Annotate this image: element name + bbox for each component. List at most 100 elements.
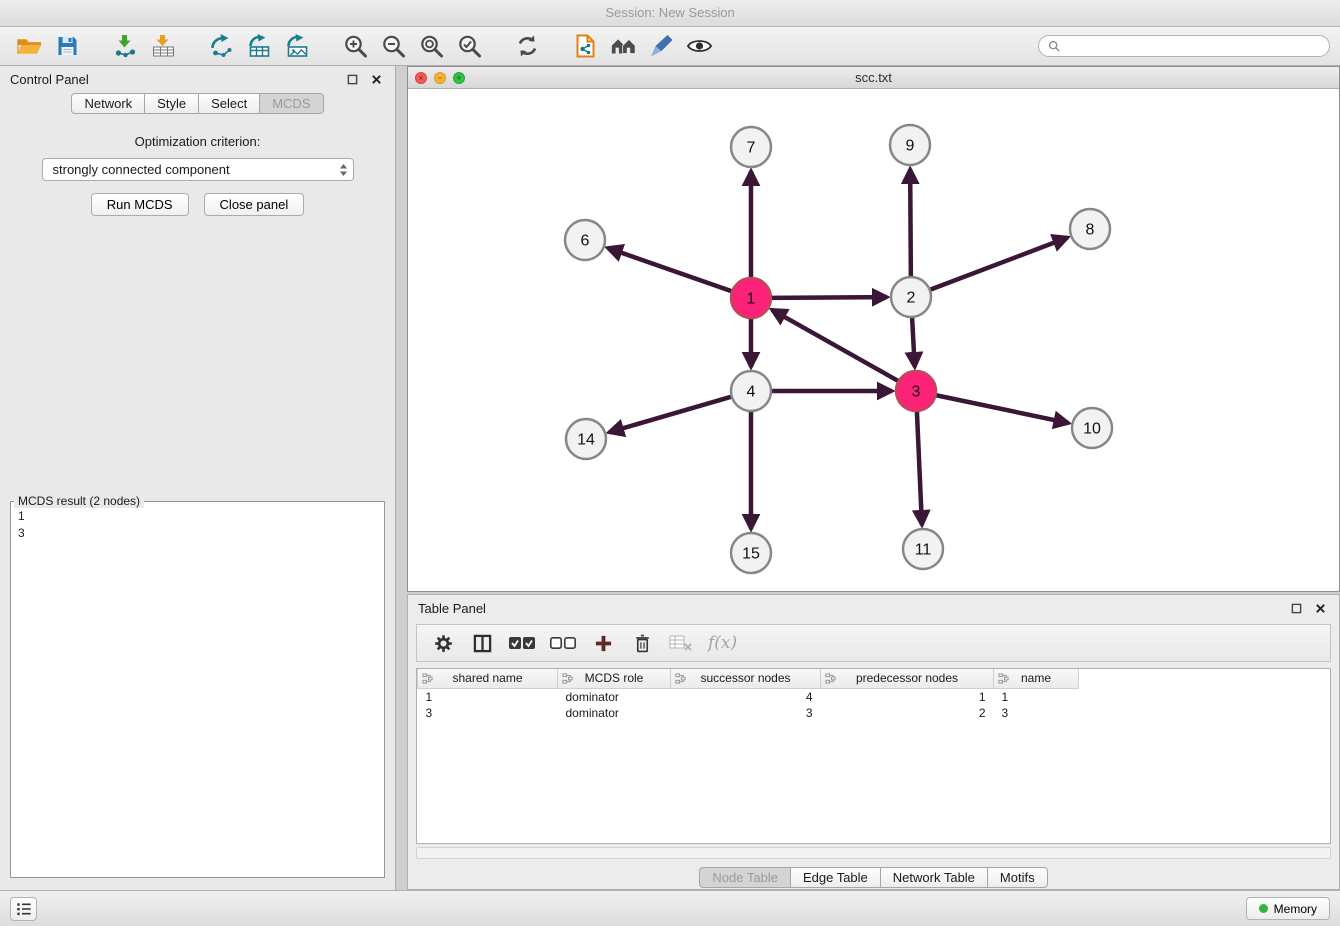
svg-text:7: 7 <box>747 140 756 157</box>
delete-table-button[interactable] <box>669 630 693 656</box>
node-15[interactable]: 15 <box>731 533 771 573</box>
document-network-icon <box>573 34 598 58</box>
export-network-button[interactable] <box>202 30 240 63</box>
zoom-out-button[interactable] <box>374 30 412 63</box>
edge-3-10[interactable] <box>936 395 1069 423</box>
delete-column-button[interactable] <box>630 630 654 656</box>
zoom-in-icon <box>343 34 368 58</box>
show-columns-button[interactable] <box>470 630 494 656</box>
svg-text:6: 6 <box>581 233 590 250</box>
edge-1-6[interactable] <box>608 248 732 291</box>
home-button[interactable] <box>604 30 642 63</box>
column-header-successor-nodes[interactable]: successor nodes <box>671 669 821 688</box>
import-network-button[interactable] <box>106 30 144 63</box>
table-row[interactable]: 1dominator411 <box>418 688 1079 705</box>
node-14[interactable]: 14 <box>566 419 606 459</box>
first-neighbors-button[interactable] <box>566 30 604 63</box>
export-network-icon <box>209 34 234 58</box>
tab-motifs[interactable]: Motifs <box>988 867 1048 888</box>
close-window-icon[interactable]: × <box>415 72 427 84</box>
panel-menu-button[interactable] <box>10 897 37 921</box>
sort-icon <box>422 673 433 684</box>
run-mcds-button[interactable]: Run MCDS <box>91 193 189 216</box>
minimize-window-icon[interactable]: − <box>434 72 446 84</box>
criterion-dropdown-value: strongly connected component <box>53 162 339 177</box>
optimization-criterion-label: Optimization criterion: <box>0 134 395 149</box>
criterion-dropdown[interactable]: strongly connected component <box>42 158 354 181</box>
column-header-shared-name[interactable]: shared name <box>418 669 558 688</box>
svg-text:8: 8 <box>1086 222 1095 239</box>
edge-2-9[interactable] <box>910 169 911 277</box>
column-header-MCDS-role[interactable]: MCDS role <box>558 669 671 688</box>
edge-2-3[interactable] <box>912 317 915 367</box>
node-6[interactable]: 6 <box>565 220 605 260</box>
tab-mcds[interactable]: MCDS <box>260 93 323 114</box>
fit-content-button[interactable] <box>412 30 450 63</box>
annotations-button[interactable] <box>642 30 680 63</box>
zoom-in-button[interactable] <box>336 30 374 63</box>
create-column-button[interactable] <box>591 630 615 656</box>
table-row[interactable]: 3dominator323 <box>418 705 1079 721</box>
tab-network-table[interactable]: Network Table <box>881 867 988 888</box>
float-table-panel-button[interactable] <box>1287 601 1305 617</box>
edge-4-14[interactable] <box>609 397 732 433</box>
node-10[interactable]: 10 <box>1072 408 1112 448</box>
save-session-button[interactable] <box>48 30 86 63</box>
edge-2-8[interactable] <box>930 238 1068 290</box>
svg-text:10: 10 <box>1083 421 1101 438</box>
apply-layout-button[interactable] <box>508 30 546 63</box>
node-1[interactable]: 1 <box>731 278 771 318</box>
float-window-icon <box>347 74 358 85</box>
tab-select[interactable]: Select <box>199 93 260 114</box>
zoom-out-icon <box>381 34 406 58</box>
export-image-button[interactable] <box>278 30 316 63</box>
edge-3-11[interactable] <box>917 411 922 525</box>
search-box[interactable] <box>1038 35 1330 57</box>
select-all-columns-button[interactable] <box>509 630 535 656</box>
search-input[interactable] <box>1065 39 1320 54</box>
node-9[interactable]: 9 <box>890 125 930 165</box>
tab-style[interactable]: Style <box>145 93 199 114</box>
svg-text:11: 11 <box>915 542 932 559</box>
table-cell: 3 <box>994 705 1079 721</box>
network-window-titlebar[interactable]: × − + scc.txt <box>408 67 1339 89</box>
node-2[interactable]: 2 <box>891 277 931 317</box>
import-table-button[interactable] <box>144 30 182 63</box>
zoom-selected-button[interactable] <box>450 30 488 63</box>
export-table-button[interactable] <box>240 30 278 63</box>
columns-icon <box>473 634 492 653</box>
toolbar-separator <box>182 46 202 47</box>
fx-icon: f(x) <box>708 633 737 653</box>
node-8[interactable]: 8 <box>1070 209 1110 249</box>
svg-text:15: 15 <box>742 546 760 563</box>
show-details-button[interactable] <box>680 30 718 63</box>
unselect-all-columns-button[interactable] <box>550 630 576 656</box>
node-7[interactable]: 7 <box>731 127 771 167</box>
control-panel-close-button[interactable] <box>367 72 385 88</box>
tab-node-table[interactable]: Node Table <box>699 867 791 888</box>
node-3[interactable]: 3 <box>896 371 936 411</box>
edge-1-2[interactable] <box>771 297 887 298</box>
dropdown-stepper-icon <box>339 163 348 177</box>
float-panel-button[interactable] <box>343 72 361 88</box>
network-canvas[interactable]: 7 9 6 8 1 2 3 4 14 10 15 11 <box>408 89 1339 591</box>
edge-3-1[interactable] <box>772 310 899 381</box>
horizontal-scrollbar[interactable] <box>416 847 1331 859</box>
column-header-predecessor-nodes[interactable]: predecessor nodes <box>821 669 994 688</box>
open-session-button[interactable] <box>10 30 48 63</box>
table-cell: dominator <box>558 705 671 721</box>
function-builder-button[interactable]: f(x) <box>708 630 737 656</box>
svg-text:3: 3 <box>912 384 921 401</box>
node-4[interactable]: 4 <box>731 371 771 411</box>
column-header-name[interactable]: name <box>994 669 1079 688</box>
fit-content-icon <box>419 34 444 58</box>
tab-network[interactable]: Network <box>71 93 145 114</box>
table-settings-button[interactable] <box>431 630 455 656</box>
memory-button[interactable]: Memory <box>1246 897 1330 920</box>
close-panel-button[interactable]: Close panel <box>204 193 305 216</box>
eye-icon <box>687 34 712 58</box>
node-11[interactable]: 11 <box>903 529 943 569</box>
table-panel-close-button[interactable] <box>1311 601 1329 617</box>
zoom-window-icon[interactable]: + <box>453 72 465 84</box>
tab-edge-table[interactable]: Edge Table <box>791 867 881 888</box>
